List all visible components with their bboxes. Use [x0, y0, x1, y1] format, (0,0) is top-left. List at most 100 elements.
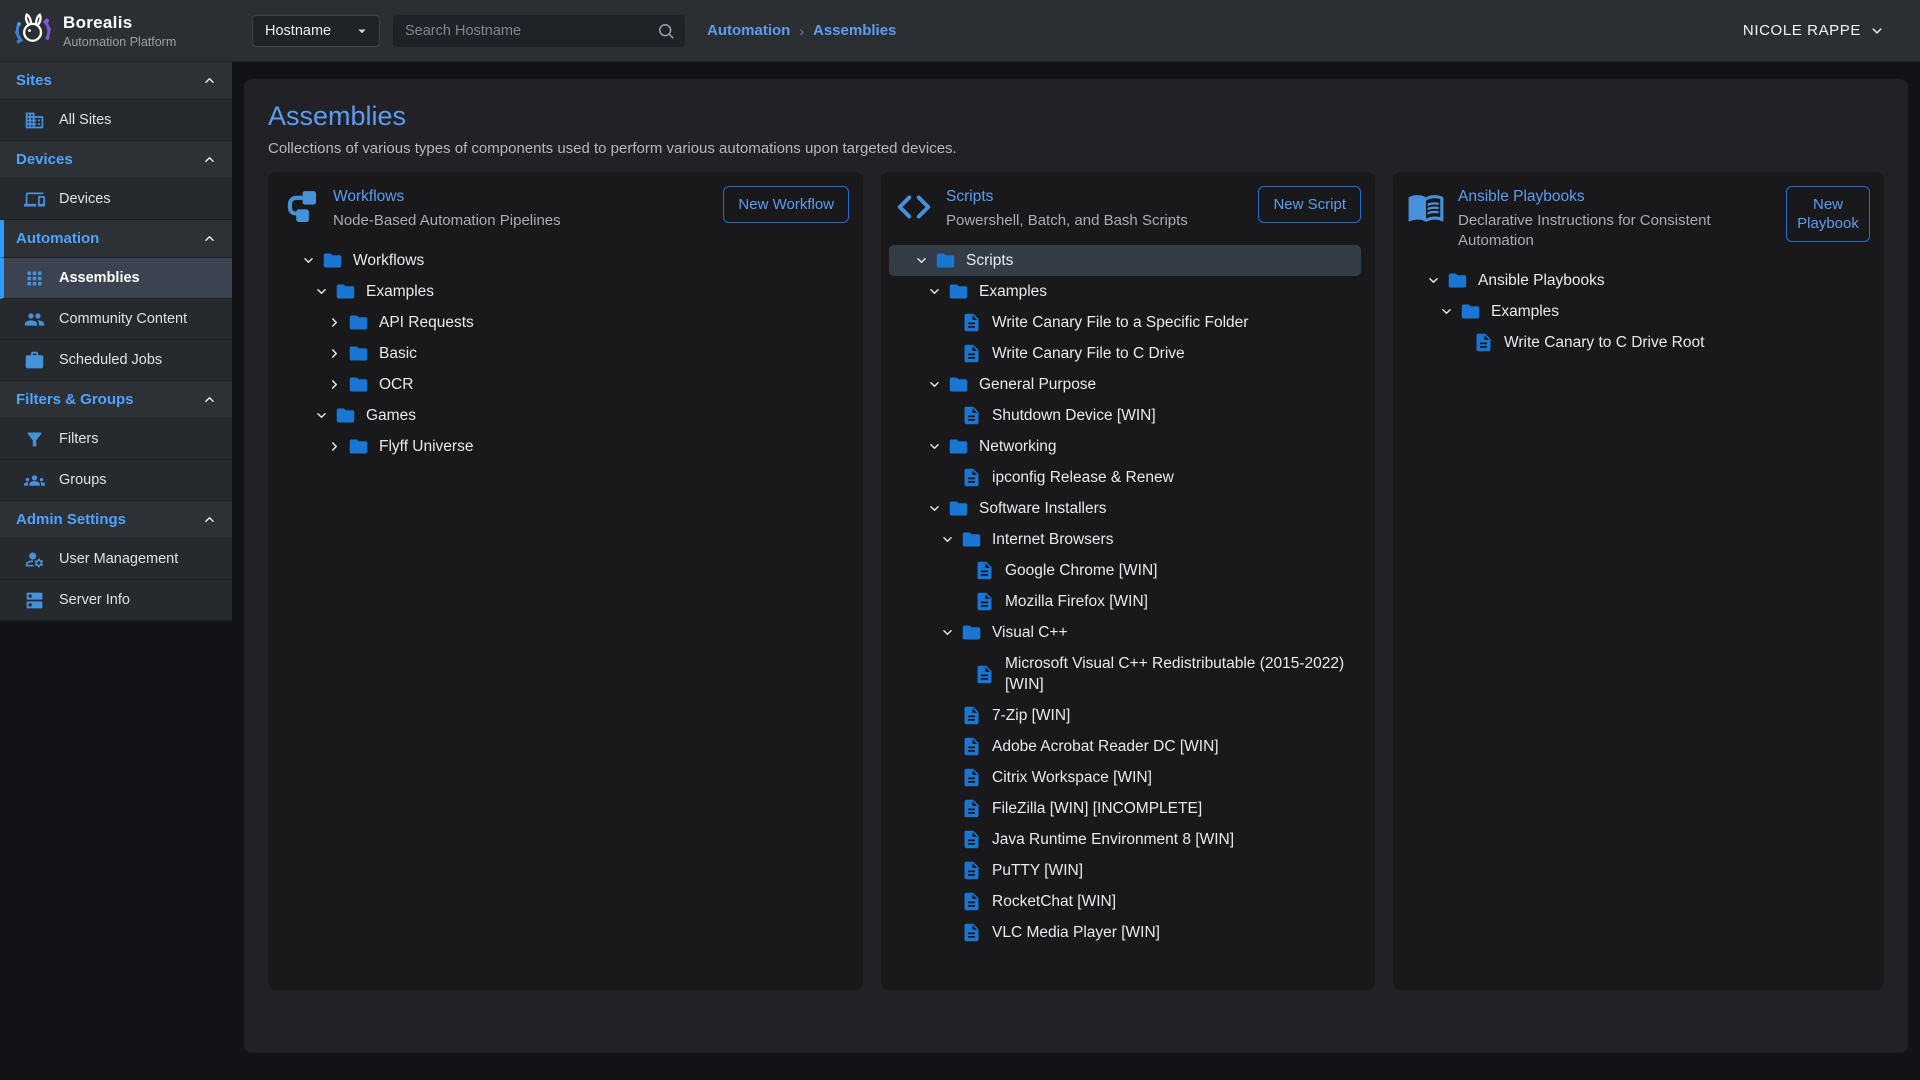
tree-file-filezilla-win-incomplete[interactable]: FileZilla [WIN] [INCOMPLETE]: [913, 793, 1361, 824]
search-icon[interactable]: [656, 21, 676, 41]
chevron-right-icon[interactable]: [326, 437, 348, 457]
chevron-down-icon[interactable]: [926, 375, 948, 395]
tree-folder-scripts[interactable]: Scripts: [889, 245, 1361, 276]
sidebar-item-devices[interactable]: Devices: [0, 179, 232, 220]
tree-folder-api-requests[interactable]: API Requests: [300, 307, 849, 338]
sidebar-item-server-info[interactable]: Server Info: [0, 580, 232, 621]
sidebar-item-scheduled-jobs[interactable]: Scheduled Jobs: [0, 340, 232, 381]
sidebar-item-community-content[interactable]: Community Content: [0, 299, 232, 340]
tree-folder-workflows[interactable]: Workflows: [300, 245, 849, 276]
user-menu[interactable]: NICOLE RAPPE: [1743, 22, 1886, 40]
tree-folder-ansible-playbooks[interactable]: Ansible Playbooks: [1425, 265, 1870, 296]
tree-file-ipconfig-release-renew[interactable]: ipconfig Release & Renew: [913, 462, 1361, 493]
tree-file-rocketchat-win[interactable]: RocketChat [WIN]: [913, 886, 1361, 917]
tree-folder-games[interactable]: Games: [300, 400, 849, 431]
sidebar-section-label: Filters & Groups: [16, 391, 134, 408]
file-icon: [1473, 332, 1495, 353]
new-workflow-button[interactable]: New Workflow: [723, 186, 849, 223]
new-script-button[interactable]: New Script: [1258, 186, 1361, 223]
breadcrumb-item-automation[interactable]: Automation: [707, 22, 790, 39]
hostname-select[interactable]: Hostname: [252, 15, 380, 47]
search-box[interactable]: [393, 15, 685, 47]
tree-folder-internet-browsers[interactable]: Internet Browsers: [913, 524, 1361, 555]
chevron-down-icon[interactable]: [926, 282, 948, 302]
tree-folder-networking[interactable]: Networking: [913, 431, 1361, 462]
sidebar-item-assemblies[interactable]: Assemblies: [0, 258, 232, 299]
filter-icon: [24, 429, 45, 450]
tree-folder-visual-c[interactable]: Visual C++: [913, 617, 1361, 648]
tree-folder-basic[interactable]: Basic: [300, 338, 849, 369]
chevron-right-icon[interactable]: [326, 313, 348, 333]
tree-item-label: Networking: [979, 436, 1057, 457]
file-icon: [961, 343, 983, 364]
card-title: Ansible Playbooks: [1458, 188, 1773, 206]
tree-folder-software-installers[interactable]: Software Installers: [913, 493, 1361, 524]
sidebar-item-all-sites[interactable]: All Sites: [0, 100, 232, 141]
chevron-down-icon[interactable]: [913, 251, 935, 271]
chevron-right-icon[interactable]: [326, 375, 348, 395]
chevron-down-icon[interactable]: [313, 406, 335, 426]
tree-folder-examples[interactable]: Examples: [300, 276, 849, 307]
tree-file-adobe-acrobat-reader-dc-win[interactable]: Adobe Acrobat Reader DC [WIN]: [913, 731, 1361, 762]
tree-file-write-canary-file-to-a-specific-folder[interactable]: Write Canary File to a Specific Folder: [913, 307, 1361, 338]
file-icon: [961, 891, 983, 912]
top-bar: Borealis Automation Platform Hostname Au…: [0, 0, 1920, 62]
chevron-down-icon[interactable]: [313, 282, 335, 302]
card-header-scripts: ScriptsPowershell, Batch, and Bash Scrip…: [895, 186, 1361, 231]
tree-file-7-zip-win[interactable]: 7-Zip [WIN]: [913, 700, 1361, 731]
chevron-down-icon[interactable]: [939, 623, 961, 643]
tree-folder-flyff-universe[interactable]: Flyff Universe: [300, 431, 849, 462]
tree-folder-general-purpose[interactable]: General Purpose: [913, 369, 1361, 400]
chevron-down-icon[interactable]: [1425, 271, 1447, 291]
new-playbook-button[interactable]: New Playbook: [1786, 186, 1870, 242]
tree-file-write-canary-to-c-drive-root[interactable]: Write Canary to C Drive Root: [1425, 327, 1870, 358]
sidebar-section-header-admin-settings[interactable]: Admin Settings: [0, 501, 232, 539]
sidebar: SitesAll SitesDevicesDevicesAutomationAs…: [0, 62, 232, 621]
chevron-down-icon[interactable]: [926, 499, 948, 519]
chevron-down-icon[interactable]: [926, 437, 948, 457]
tree-item-label: Java Runtime Environment 8 [WIN]: [992, 829, 1234, 850]
breadcrumb: Automation›Assemblies: [707, 22, 896, 39]
tree-file-google-chrome-win[interactable]: Google Chrome [WIN]: [913, 555, 1361, 586]
sidebar-section-header-automation[interactable]: Automation: [0, 220, 232, 258]
tree-file-mozilla-firefox-win[interactable]: Mozilla Firefox [WIN]: [913, 586, 1361, 617]
file-icon: [961, 767, 983, 788]
tree-file-vlc-media-player-win[interactable]: VLC Media Player [WIN]: [913, 917, 1361, 948]
card-titles: Ansible PlaybooksDeclarative Instruction…: [1458, 186, 1773, 251]
sidebar-section-admin-settings: Admin Settings User ManagementServer Info: [0, 501, 232, 621]
sidebar-item-filters[interactable]: Filters: [0, 419, 232, 460]
indent-spacer: [939, 861, 961, 881]
tree-file-microsoft-visual-c-redistributable-2015-2022-win[interactable]: Microsoft Visual C++ Redistributable (20…: [913, 648, 1361, 700]
tree-item-label: Adobe Acrobat Reader DC [WIN]: [992, 736, 1219, 757]
folder-icon: [935, 250, 957, 271]
sidebar-section-header-devices[interactable]: Devices: [0, 141, 232, 179]
hostname-select-value: Hostname: [265, 23, 331, 39]
chevron-down-icon[interactable]: [939, 530, 961, 550]
sidebar-section-header-filters-groups[interactable]: Filters & Groups: [0, 381, 232, 419]
tree-folder-ocr[interactable]: OCR: [300, 369, 849, 400]
caret-down-icon: [353, 22, 371, 40]
tree-file-java-runtime-environment-8-win[interactable]: Java Runtime Environment 8 [WIN]: [913, 824, 1361, 855]
tree-folder-examples[interactable]: Examples: [913, 276, 1361, 307]
groups-icon: [24, 470, 45, 491]
sidebar-section-label: Devices: [16, 151, 73, 168]
sidebar-section-label: Admin Settings: [16, 511, 126, 528]
tree-file-shutdown-device-win[interactable]: Shutdown Device [WIN]: [913, 400, 1361, 431]
tree-item-label: Google Chrome [WIN]: [1005, 560, 1157, 581]
page-description: Collections of various types of componen…: [268, 140, 1884, 157]
chevron-down-icon[interactable]: [300, 251, 322, 271]
indent-spacer: [952, 561, 974, 581]
breadcrumb-item-assemblies[interactable]: Assemblies: [813, 22, 896, 39]
sidebar-section-header-sites[interactable]: Sites: [0, 62, 232, 100]
sidebar-item-groups[interactable]: Groups: [0, 460, 232, 501]
search-input[interactable]: [393, 15, 685, 47]
tree-folder-examples[interactable]: Examples: [1425, 296, 1870, 327]
indent-spacer: [939, 468, 961, 488]
tree-file-citrix-workspace-win[interactable]: Citrix Workspace [WIN]: [913, 762, 1361, 793]
tree-file-putty-win[interactable]: PuTTY [WIN]: [913, 855, 1361, 886]
tree-file-write-canary-file-to-c-drive[interactable]: Write Canary File to C Drive: [913, 338, 1361, 369]
chevron-down-icon[interactable]: [1438, 302, 1460, 322]
sidebar-item-user-management[interactable]: User Management: [0, 539, 232, 580]
folder-icon: [1460, 301, 1482, 322]
chevron-right-icon[interactable]: [326, 344, 348, 364]
